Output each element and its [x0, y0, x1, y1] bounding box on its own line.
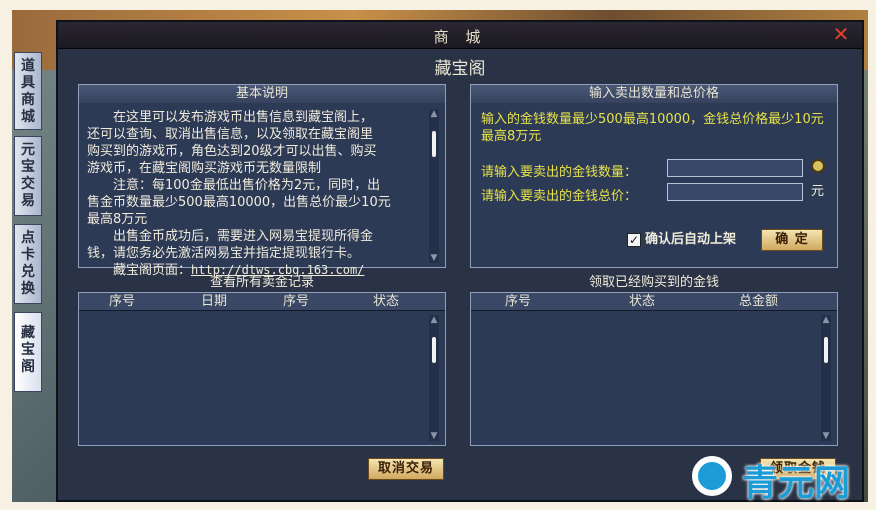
bought-money-table: 序号 状态 总金额 ▲ ▼: [470, 292, 838, 446]
logo-icon: [692, 456, 732, 496]
basic-info-text: 在这里可以发布游戏币出售信息到藏宝阁上， 还可以查询、取消出售信息，以及领取在藏…: [87, 109, 429, 279]
scroll-down-icon[interactable]: ▼: [429, 431, 439, 441]
info-line: 最高8万元: [87, 212, 148, 227]
window-title: 商 城: [433, 28, 487, 46]
amount-label: 请输入要卖出的金钱数量：: [481, 165, 638, 180]
column-header: 序号: [283, 294, 310, 309]
tab-label: 藏 宝 阁: [21, 325, 35, 375]
confirm-button[interactable]: 确 定: [761, 229, 823, 251]
scroll-up-icon[interactable]: ▲: [429, 315, 439, 325]
scroll-down-icon[interactable]: ▼: [429, 253, 439, 263]
auto-list-checkbox[interactable]: ✓: [627, 233, 641, 247]
price-label: 请输入要卖出的金钱总价：: [481, 189, 638, 204]
column-header: 状态: [373, 294, 400, 309]
info-line: 钱，请您务必先激活网易宝并指定提现银行卡。: [87, 246, 361, 261]
tab-yuanbao-trade[interactable]: 元 宝 交 易: [14, 136, 42, 216]
scroll-thumb[interactable]: [432, 337, 436, 363]
cancel-trade-button[interactable]: 取消交易: [368, 458, 444, 480]
column-header: 序号: [505, 294, 532, 309]
scroll-thumb[interactable]: [432, 131, 436, 157]
scroll-up-icon[interactable]: ▲: [429, 109, 439, 119]
info-line: 注意：每100金最低出售价格为2元，同时，出: [87, 178, 381, 193]
tab-label: 道 具 商 城: [21, 58, 35, 125]
watermark-text: 青元网: [742, 463, 851, 504]
coin-icon: [811, 159, 825, 173]
sell-records-title: 查看所有卖金记录: [209, 275, 314, 290]
price-input[interactable]: [667, 183, 803, 201]
table-header: 序号 日期 序号 状态: [79, 293, 445, 311]
sell-form-description: 输入的金钱数量最少500最高10000，金钱总价格最少10元最高8万元: [481, 112, 824, 144]
info-line: 游戏币，在藏宝阁购买游戏币无数量限制: [87, 161, 322, 176]
watermark-logo: 青元网: [692, 452, 862, 504]
shop-window: 商 城 ✕ 藏宝阁 基本说明 在这里可以发布游戏币出售信息到藏宝阁上， 还可以查…: [56, 20, 864, 502]
column-header: 总金额: [739, 294, 779, 309]
tab-label: 点 卡 兑 换: [21, 230, 35, 297]
scroll-down-icon[interactable]: ▼: [821, 431, 831, 441]
price-unit: 元: [811, 184, 825, 199]
title-bar[interactable]: 商 城 ✕: [58, 22, 862, 49]
column-header: 日期: [201, 294, 228, 309]
column-header: 序号: [109, 294, 136, 309]
column-header: 状态: [629, 294, 656, 309]
info-line: 购买到的游戏币，角色达到20级才可以出售、购买: [87, 144, 377, 159]
tab-item-shop[interactable]: 道 具 商 城: [14, 52, 42, 130]
info-line: 还可以查询、取消出售信息，以及领取在藏宝阁里: [87, 127, 374, 142]
info-line: 售金币数量最少500最高10000，出售总价最少10元: [87, 195, 391, 210]
page-title: 藏宝阁: [434, 59, 486, 79]
close-icon[interactable]: ✕: [832, 24, 850, 44]
info-scrollbar[interactable]: ▲ ▼: [429, 109, 439, 263]
table-header: 序号 状态 总金额: [471, 293, 837, 311]
bought-scrollbar[interactable]: ▲ ▼: [821, 315, 831, 441]
panel-title: 基本说明: [79, 85, 445, 103]
info-line: 在这里可以发布游戏币出售信息到藏宝阁上，: [87, 110, 374, 125]
panel-title: 输入卖出数量和总价格: [471, 85, 837, 103]
auto-list-label: 确认后自动上架: [645, 232, 737, 247]
tab-label: 元 宝 交 易: [21, 142, 35, 209]
sell-records-table: 序号 日期 序号 状态 ▲ ▼: [78, 292, 446, 446]
sell-form-panel: 输入卖出数量和总价格 输入的金钱数量最少500最高10000，金钱总价格最少10…: [470, 84, 838, 268]
scroll-thumb[interactable]: [824, 337, 828, 363]
tab-treasure-pavilion[interactable]: 藏 宝 阁: [14, 312, 42, 392]
tab-card-exchange[interactable]: 点 卡 兑 换: [14, 224, 42, 304]
amount-input[interactable]: [667, 159, 803, 177]
scroll-up-icon[interactable]: ▲: [821, 315, 831, 325]
records-scrollbar[interactable]: ▲ ▼: [429, 315, 439, 441]
info-line: 出售金币成功后，需要进入网易宝提现所得金: [87, 229, 374, 244]
basic-info-panel: 基本说明 在这里可以发布游戏币出售信息到藏宝阁上， 还可以查询、取消出售信息，以…: [78, 84, 446, 278]
bought-money-title: 领取已经购买到的金钱: [588, 275, 719, 290]
